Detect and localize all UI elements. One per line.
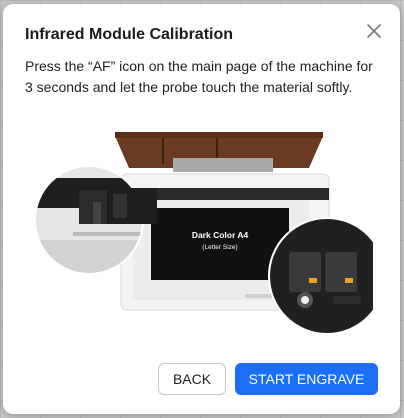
- probe-head: [107, 188, 157, 224]
- calibration-illustration: Dark Color A4 (Letter Size): [33, 130, 386, 342]
- back-button[interactable]: BACK: [158, 363, 226, 395]
- calibration-dialog: Infrared Module Calibration Press the “A…: [3, 4, 400, 414]
- start-engrave-button[interactable]: START ENGRAVE: [235, 363, 378, 395]
- close-icon[interactable]: [363, 20, 385, 42]
- dialog-description: Press the “AF” icon on the main page of …: [25, 58, 373, 95]
- material-label-line1: Dark Color A4: [192, 230, 249, 240]
- dark-material-sheet: Dark Color A4 (Letter Size): [151, 208, 289, 280]
- touchscreen-zoom-circle: [268, 217, 386, 335]
- dialog-title: Infrared Module Calibration: [25, 26, 234, 43]
- material-label-line2: (Letter Size): [202, 244, 237, 251]
- machine-cover: [115, 132, 323, 172]
